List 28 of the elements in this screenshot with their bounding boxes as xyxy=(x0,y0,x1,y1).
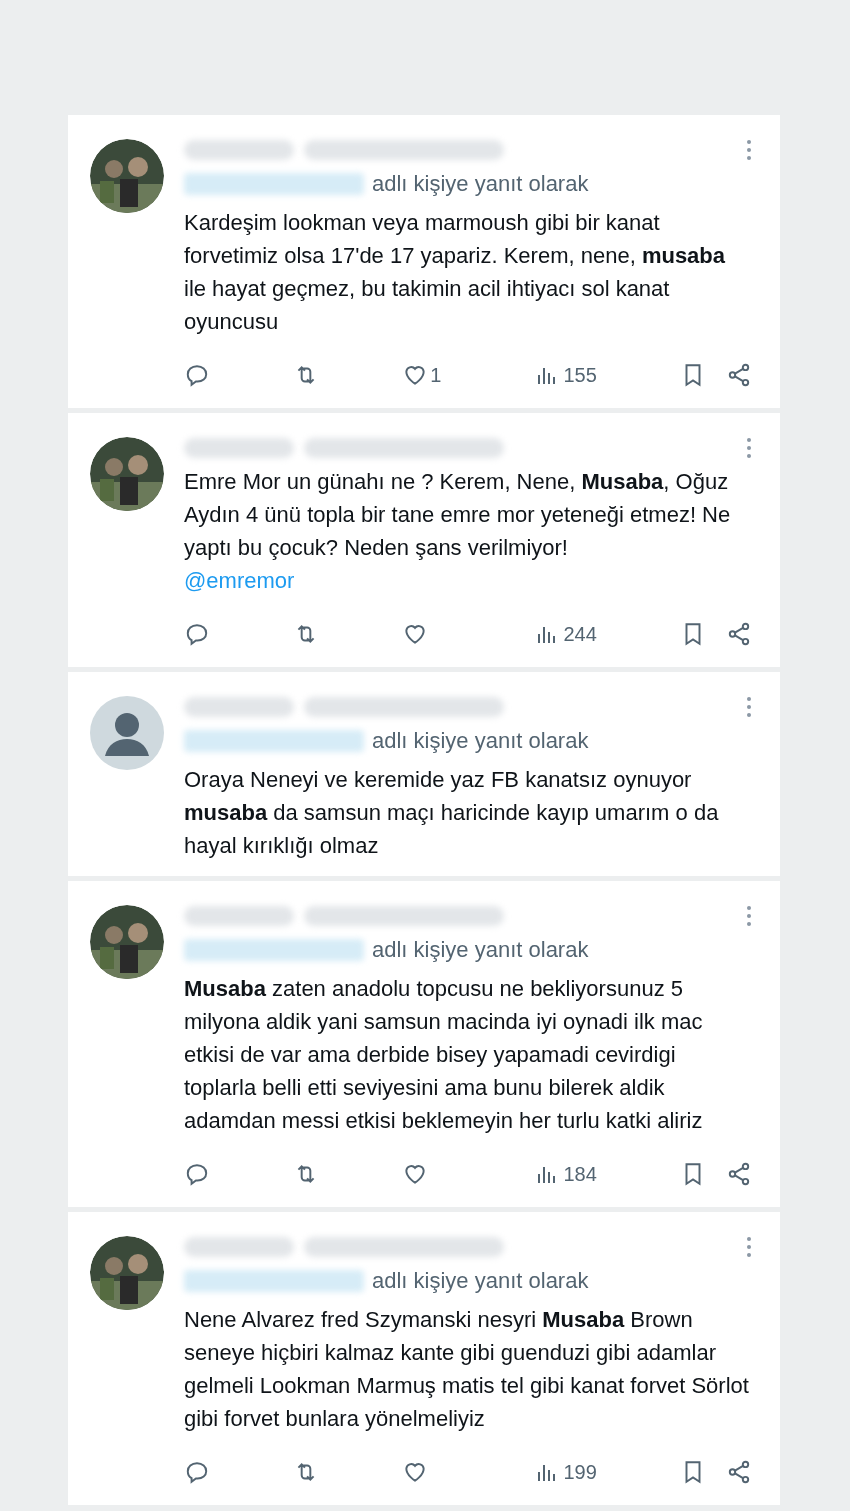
views-button[interactable]: 244 xyxy=(535,619,597,649)
like-button[interactable]: 1 xyxy=(402,360,453,390)
post-text: Musaba zaten anadolu topcusu ne bekliyorsunuz 5 milyona aldik yani samsun macinda iyi oynadi ilk mac etkisi de var ama derbide bisey yapamadi cevirdigi toplarla belli etti seviyesini ama bunu bilerek aldik adamdan messi etkisi beklemeyin her turlu katki aliriz xyxy=(184,975,704,1135)
reply-context: adlı kişiye yanıt olarak xyxy=(372,936,589,964)
share-icon[interactable] xyxy=(726,362,752,388)
share-icon[interactable] xyxy=(726,621,752,647)
views-button[interactable]: 155 xyxy=(535,360,597,390)
more-icon[interactable] xyxy=(746,139,752,161)
reply-context: adlı kişiye yanıt olarak xyxy=(372,170,589,198)
reply-icon[interactable] xyxy=(184,621,210,647)
more-icon[interactable] xyxy=(746,437,752,459)
reply-icon[interactable] xyxy=(184,1161,210,1187)
views-button[interactable]: 199 xyxy=(535,1457,597,1487)
post-text: Kardeşim lookman veya marmoush gibi bir kanat forvetimiz olsa 17'de 17 yapariz. Kerem, nene, musaba ile hayat geçmez, bu takimin acil ihtiyacı sol kanat oyuncusu xyxy=(184,209,727,336)
share-icon[interactable] xyxy=(726,1459,752,1485)
post-text: Emre Mor un günahı ne ? Kerem, Nene, Musaba, Oğuz Aydın 4 ünü topla bir tane emre mor yeteneği etmez! Ne yaptı bu çocuk? Neden şans verilmiyor! xyxy=(184,468,732,562)
post-text: Oraya Neneyi ve keremide yaz FB kanatsız oynuyor musaba da samsun maçı haricinde kayıp umarım o da hayal kırıklığı olmaz xyxy=(184,766,720,860)
more-icon[interactable] xyxy=(746,1236,752,1258)
post-text: Nene Alvarez fred Szymanski nesyri Musaba Brown seneye hiçbiri kalmaz kante gibi guenduzi gibi adamlar gelmeli Lookman Marmuş matis tel gibi kanat forvet Sörlot gibi forvet bunlara yönelmeliyiz xyxy=(184,1306,750,1433)
views-button[interactable]: 184 xyxy=(535,1159,597,1189)
reply-icon[interactable] xyxy=(184,1459,210,1485)
default-avatar-icon xyxy=(90,696,164,770)
more-icon[interactable] xyxy=(746,696,752,718)
reply-context: adlı kişiye yanıt olarak xyxy=(372,1267,589,1295)
reply-context: adlı kişiye yanıt olarak xyxy=(372,727,589,755)
more-icon[interactable] xyxy=(746,905,752,927)
share-icon[interactable] xyxy=(726,1161,752,1187)
reply-icon[interactable] xyxy=(184,362,210,388)
